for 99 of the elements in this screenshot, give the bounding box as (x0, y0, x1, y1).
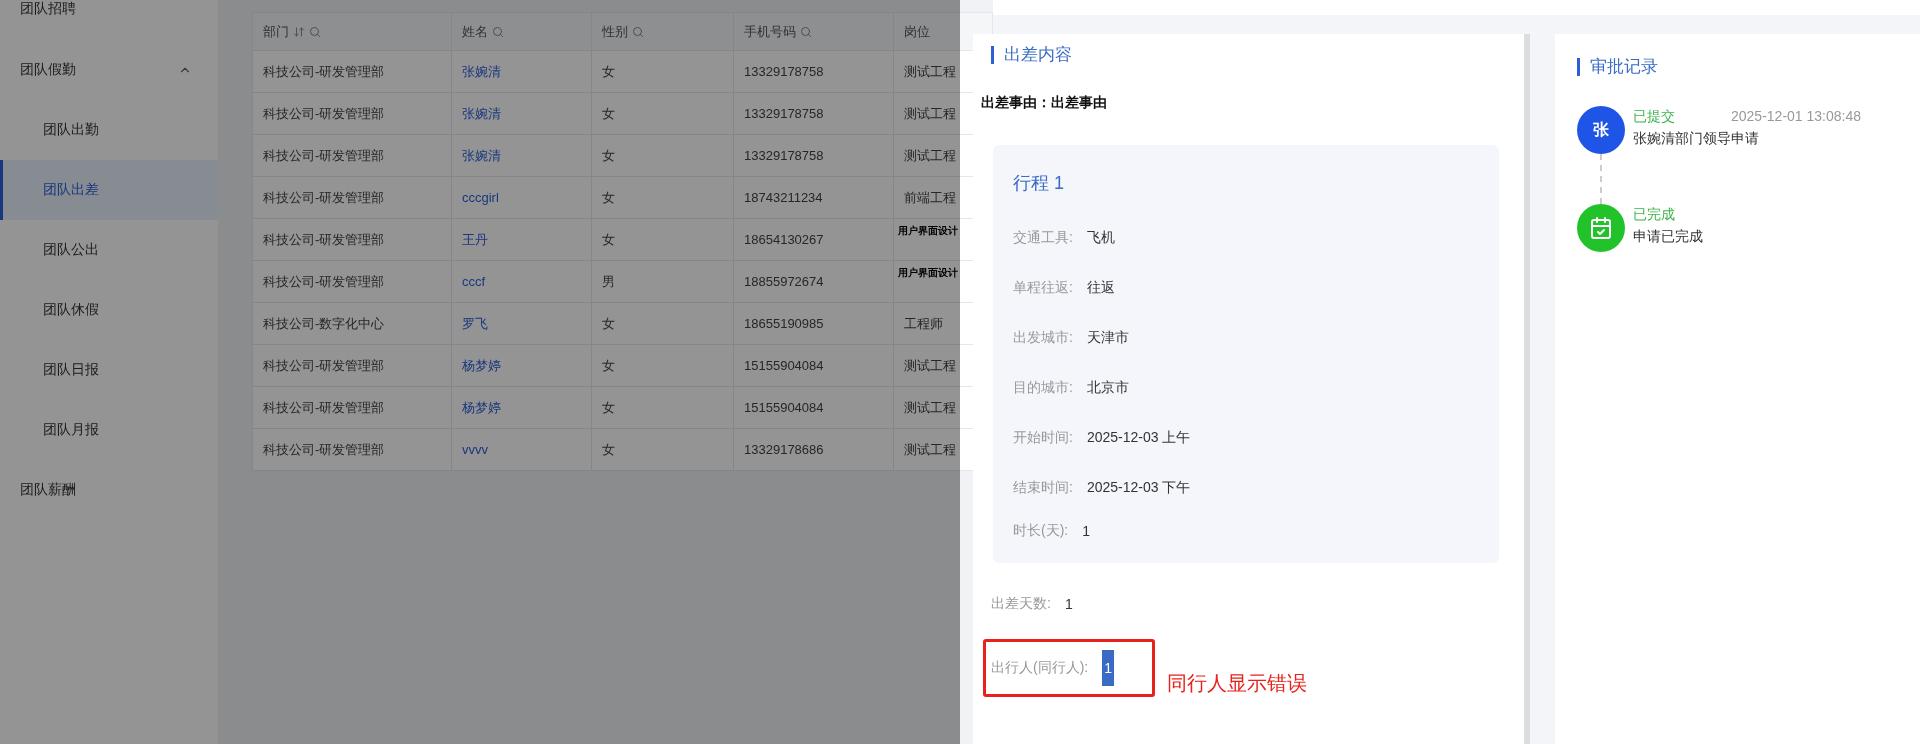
table-cell: 18655190985 (744, 316, 824, 331)
field-label: 出行人(同行人): (991, 659, 1089, 677)
sidebar-item[interactable]: 团队出差 (0, 160, 218, 220)
table-cell: 测试工程 (904, 440, 956, 459)
section-title: 出差内容 (991, 46, 1499, 64)
table-cell: 科技公司-研发管理部 (263, 230, 385, 249)
name-link[interactable]: 张婉清 (462, 146, 501, 165)
name-link[interactable]: 张婉清 (462, 104, 501, 123)
table-cell: 用户界面设计 (898, 224, 958, 238)
name-link[interactable]: cccf (462, 274, 486, 289)
field-value: 2025-12-03 上午 (1086, 429, 1191, 447)
trip-title: 行程 1 (1013, 172, 1065, 195)
table-cell: 18855972674 (744, 274, 824, 289)
table-cell: 科技公司-研发管理部 (263, 272, 385, 291)
name-link[interactable]: 罗飞 (462, 314, 488, 333)
record-description: 申请已完成 (1633, 228, 1703, 246)
table-cell: 测试工程 (904, 62, 956, 81)
search-icon[interactable] (800, 25, 812, 38)
field-value: 往返 (1086, 279, 1115, 297)
table-cell: 13329178758 (744, 106, 824, 121)
table-cell: 前端工程 (904, 188, 956, 207)
table-cell: 测试工程 (904, 104, 956, 123)
table-cell: 18743211234 (744, 190, 823, 205)
table-cell: 女 (602, 398, 615, 417)
name-link[interactable]: 杨梦婷 (462, 356, 501, 375)
field-label: 出发城市: (1013, 329, 1073, 347)
table-cell: 15155904084 (744, 358, 824, 373)
field-value: 飞机 (1086, 229, 1115, 247)
table-cell: 13329178758 (744, 148, 824, 163)
name-link[interactable]: 杨梦婷 (462, 398, 501, 417)
section-title: 审批记录 (1577, 58, 1920, 76)
column-header: 部门 (253, 13, 452, 51)
name-link[interactable]: cccgirl (462, 190, 499, 205)
table-cell: 科技公司-研发管理部 (263, 440, 385, 459)
reason-text: 出差事由：出差事由 (981, 94, 1108, 112)
timestamp: 2025-12-01 13:08:48 (1731, 108, 1861, 126)
table-cell: 用户界面设计 (898, 266, 958, 280)
table-cell: 女 (602, 314, 615, 333)
search-icon[interactable] (309, 25, 321, 38)
field-value: 1 (1064, 596, 1073, 612)
table-cell: 科技公司-研发管理部 (263, 62, 385, 81)
column-header: 手机号码 (734, 13, 894, 51)
table-cell: 女 (602, 356, 615, 375)
table-cell: 女 (602, 230, 615, 249)
table-cell: 13329178686 (744, 442, 824, 457)
column-header: 姓名 (452, 13, 592, 51)
field-value: 北京市 (1086, 379, 1129, 397)
field-value: 1 (1102, 650, 1114, 686)
table-cell: 男 (602, 272, 615, 291)
column-header: 性别 (592, 13, 734, 51)
name-link[interactable]: 张婉清 (462, 62, 501, 81)
name-link[interactable]: 王丹 (462, 230, 488, 249)
field-label: 结束时间: (1013, 479, 1073, 497)
name-link[interactable]: vvvv (462, 442, 488, 457)
column-header: 岗位 (894, 13, 993, 51)
field-label: 时长(天): (1013, 522, 1069, 540)
table-cell: 18654130267 (744, 232, 824, 247)
sidebar-item[interactable]: 团队出勤 (0, 100, 218, 160)
field-value: 2025-12-03 下午 (1086, 479, 1191, 497)
field-label: 出差天数: (991, 595, 1051, 613)
record-description: 张婉清部门领导申请 (1633, 130, 1760, 148)
table-cell: 工程师 (904, 314, 943, 333)
search-icon[interactable] (492, 25, 504, 38)
field-label: 单程往返: (1013, 279, 1073, 297)
field-value: 天津市 (1086, 329, 1129, 347)
field-label: 目的城市: (1013, 379, 1073, 397)
sidebar-group[interactable]: 团队薪酬 (0, 460, 218, 520)
table-cell: 测试工程 (904, 398, 956, 417)
table-cell: 科技公司-数字化中心 (263, 314, 385, 333)
annotation-text: 同行人显示错误 (1167, 670, 1307, 696)
table-cell: 女 (602, 104, 615, 123)
sidebar-group[interactable]: 团队招聘 (0, 0, 218, 40)
table-cell: 女 (602, 440, 615, 459)
table-cell: 女 (602, 188, 615, 207)
table-cell: 科技公司-研发管理部 (263, 398, 385, 417)
table-cell: 测试工程 (904, 356, 956, 375)
sort-icon[interactable] (293, 25, 305, 38)
sidebar-item[interactable]: 团队公出 (0, 220, 218, 280)
field-label: 交通工具: (1013, 229, 1073, 247)
table-cell: 测试工程 (904, 146, 956, 165)
table-cell: 科技公司-研发管理部 (263, 104, 385, 123)
sidebar-item[interactable]: 团队月报 (0, 400, 218, 460)
table-cell: 15155904084 (744, 400, 824, 415)
sidebar-item[interactable]: 团队休假 (0, 280, 218, 340)
status-text: 已提交 (1633, 108, 1675, 126)
sidebar-group[interactable]: 团队假勤 (0, 40, 218, 100)
table-cell: 科技公司-研发管理部 (263, 188, 385, 207)
table-cell: 女 (602, 62, 615, 81)
table-cell: 科技公司-研发管理部 (263, 146, 385, 165)
avatar: 张 (1577, 106, 1625, 154)
sidebar-item[interactable]: 团队日报 (0, 340, 218, 400)
table-cell: 科技公司-研发管理部 (263, 356, 385, 375)
field-label: 开始时间: (1013, 429, 1073, 447)
table-cell: 女 (602, 146, 615, 165)
field-value: 1 (1082, 523, 1090, 539)
done-icon (1577, 204, 1625, 252)
status-text: 已完成 (1633, 206, 1675, 224)
search-icon[interactable] (632, 25, 644, 38)
table-cell: 13329178758 (744, 64, 824, 79)
